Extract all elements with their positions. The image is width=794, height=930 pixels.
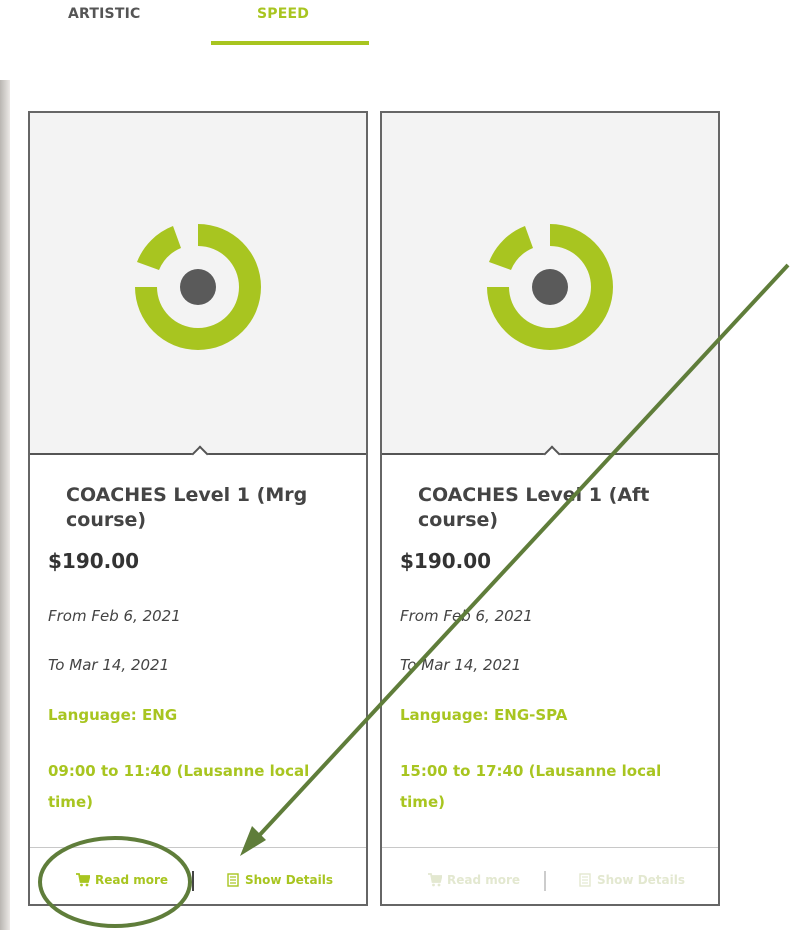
card-image — [382, 113, 718, 453]
course-price: $190.00 — [48, 549, 140, 573]
date-from: From Feb 6, 2021 — [48, 607, 181, 625]
card-image — [30, 113, 366, 453]
date-from: From Feb 6, 2021 — [400, 607, 533, 625]
document-icon — [579, 873, 591, 887]
show-details-button[interactable]: Show Details — [226, 873, 333, 887]
course-card: COACHES Level 1 (Aft course) $190.00 Fro… — [380, 111, 720, 906]
course-price: $190.00 — [400, 549, 492, 573]
cart-icon — [428, 873, 442, 887]
read-more-button[interactable]: Read more — [428, 873, 520, 887]
active-tab-indicator — [211, 41, 369, 45]
show-details-label: Show Details — [245, 873, 333, 887]
course-title: COACHES Level 1 (Mrg course) — [66, 484, 308, 531]
read-more-label: Read more — [95, 873, 169, 887]
read-more-button[interactable]: Read more — [76, 873, 168, 887]
course-language: Language: ENG-SPA — [400, 706, 568, 724]
date-to: To Mar 14, 2021 — [400, 656, 522, 674]
left-edge-shadow — [0, 80, 10, 930]
tab-speed[interactable]: SPEED — [257, 6, 309, 22]
read-more-label: Read more — [447, 873, 521, 887]
show-details-button[interactable]: Show Details — [578, 873, 685, 887]
course-title: COACHES Level 1 (Aft course) — [418, 484, 650, 531]
course-language: Language: ENG — [48, 706, 178, 724]
footer-divider — [382, 847, 718, 848]
course-card: COACHES Level 1 (Mrg course) $190.00 Fro… — [28, 111, 368, 906]
logo-ring-icon — [487, 224, 613, 350]
course-time: 09:00 to 11:40 (Lausanne local time) — [48, 762, 310, 811]
show-details-label: Show Details — [597, 873, 685, 887]
document-icon — [227, 873, 239, 887]
button-separator — [192, 871, 194, 891]
button-separator — [544, 871, 546, 891]
course-time: 15:00 to 17:40 (Lausanne local time) — [400, 762, 662, 811]
footer-divider — [30, 847, 366, 848]
logo-ring-icon — [135, 224, 261, 350]
date-to: To Mar 14, 2021 — [48, 656, 170, 674]
tab-artistic[interactable]: ARTISTIC — [68, 6, 140, 22]
cart-icon — [76, 873, 90, 887]
